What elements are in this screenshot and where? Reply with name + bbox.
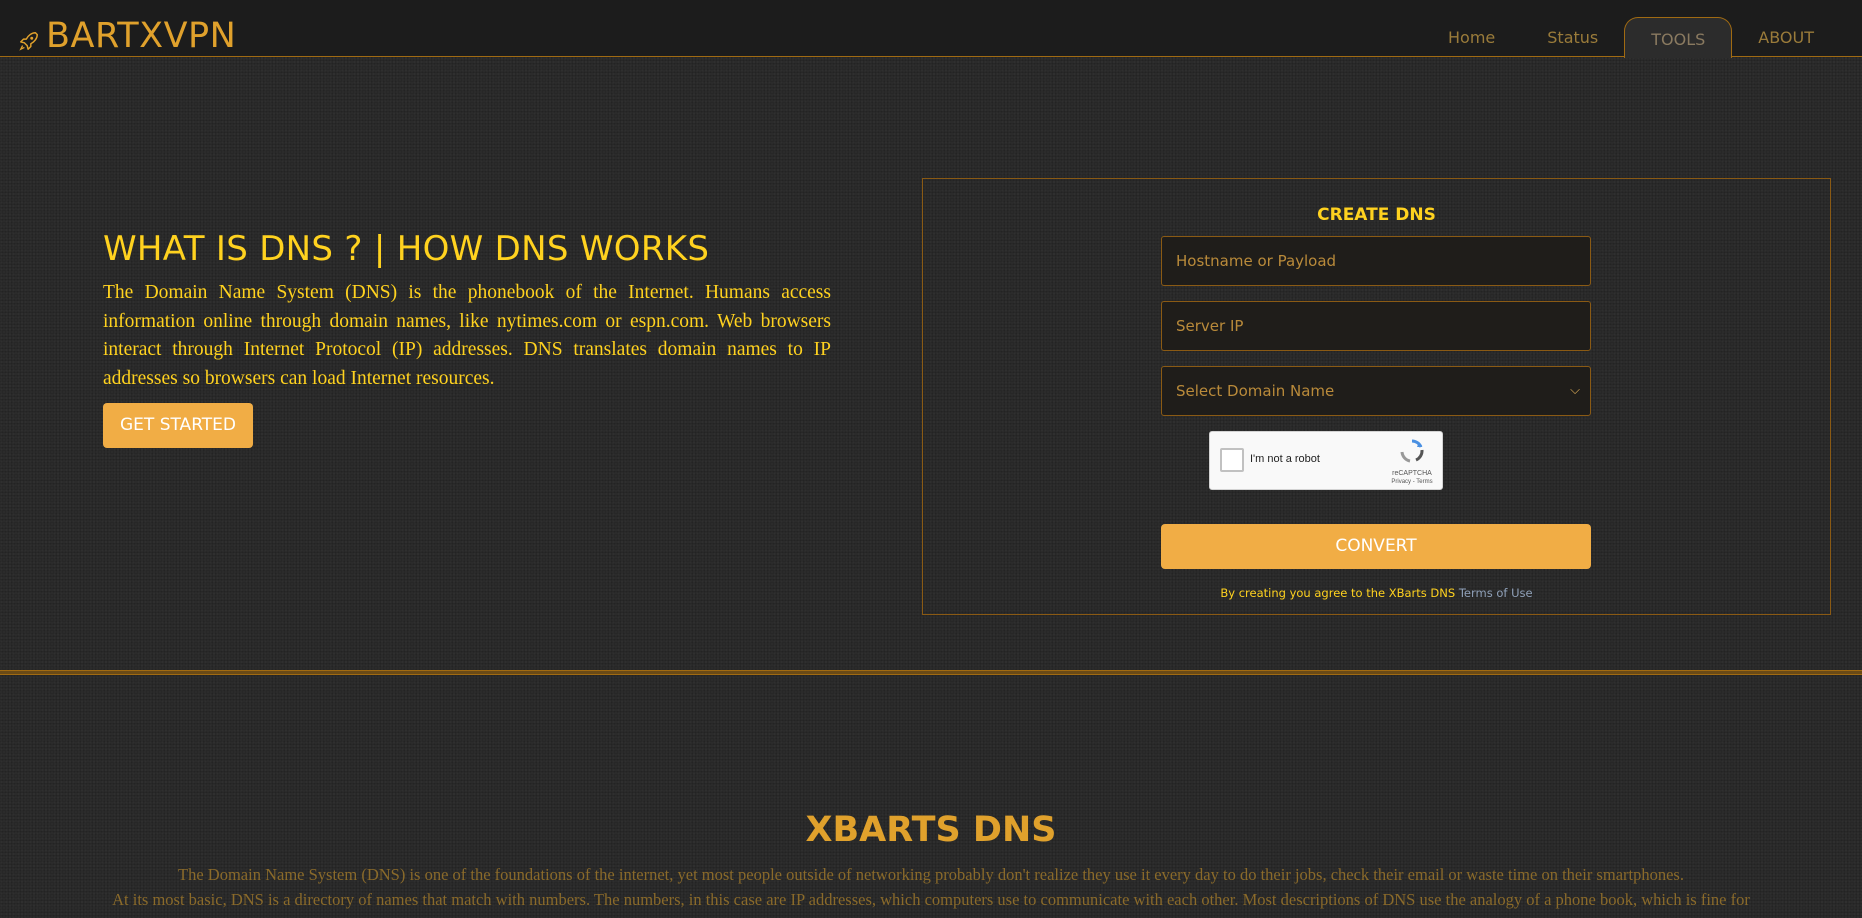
recaptcha-label: I'm not a robot (1250, 453, 1320, 465)
chevron-down-icon: ⌵ (1570, 383, 1580, 398)
recaptcha-widget: I'm not a robot reCAPTCHA Privacy - Term… (1209, 431, 1443, 490)
main-nav: Home Status TOOLS ABOUT (1422, 16, 1840, 58)
hero-section: WHAT IS DNS ? | HOW DNS WORKS The Domain… (103, 225, 831, 448)
top-navigation-bar: BARTXVPN Home Status TOOLS ABOUT (0, 0, 1862, 58)
recaptcha-icon (1400, 439, 1424, 463)
form-title: CREATE DNS (1317, 205, 1436, 225)
section-body: The Domain Name System (DNS) is one of t… (20, 862, 1842, 912)
hero-description: The Domain Name System (DNS) is the phon… (103, 282, 831, 389)
nav-item-status[interactable]: Status (1521, 16, 1624, 57)
domain-select[interactable]: Select Domain Name ⌵ (1161, 366, 1591, 416)
server-ip-input[interactable]: Server IP (1161, 301, 1591, 351)
agreement-label: By creating you agree to the XBarts DNS (1220, 586, 1459, 600)
domain-select-value: Select Domain Name (1176, 382, 1335, 400)
brand-name: BARTXVPN (46, 16, 237, 56)
nav-item-home[interactable]: Home (1422, 16, 1521, 57)
rocket-icon (19, 32, 38, 51)
hostname-input[interactable]: Hostname or Payload (1161, 236, 1591, 286)
get-started-button[interactable]: GET STARTED (103, 403, 253, 448)
agreement-text: By creating you agree to the XBarts DNS … (923, 586, 1830, 600)
create-dns-panel: CREATE DNS Hostname or Payload Server IP… (922, 178, 1831, 615)
recaptcha-links[interactable]: Privacy - Terms (1390, 478, 1434, 486)
section-line-1: The Domain Name System (DNS) is one of t… (178, 865, 1684, 884)
section-title: XBARTS DNS (805, 810, 1057, 850)
section-divider (0, 670, 1862, 675)
recaptcha-checkbox[interactable] (1220, 448, 1244, 472)
terms-of-use-link[interactable]: Terms of Use (1459, 586, 1533, 600)
hero-title: WHAT IS DNS ? | HOW DNS WORKS (103, 229, 710, 269)
recaptcha-brand: reCAPTCHA (1392, 470, 1432, 477)
brand-logo-link[interactable]: BARTXVPN (18, 14, 236, 58)
convert-button[interactable]: CONVERT (1161, 524, 1591, 569)
recaptcha-logo: reCAPTCHA Privacy - Terms (1390, 438, 1434, 486)
section-line-2: At its most basic, DNS is a directory of… (112, 890, 1750, 909)
nav-item-about[interactable]: ABOUT (1732, 16, 1840, 57)
nav-item-tools[interactable]: TOOLS (1624, 17, 1733, 58)
